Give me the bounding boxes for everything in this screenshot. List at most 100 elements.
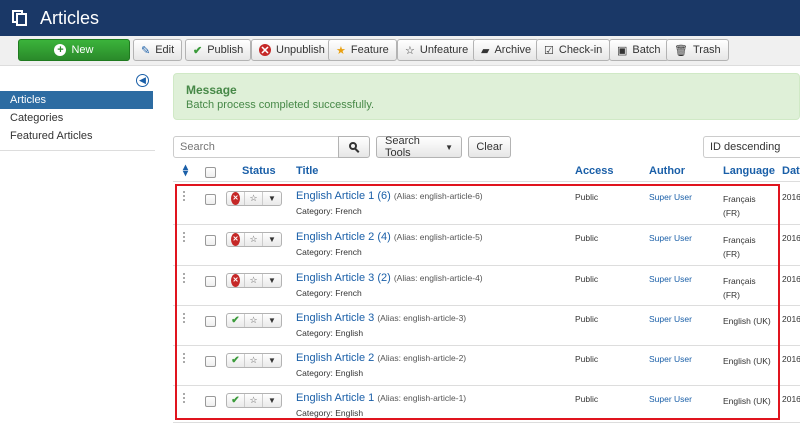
trash-button-label: Trash [692,44,721,56]
column-access[interactable]: Access [575,165,614,177]
article-title-cell: English Article 2 (4) (Alias: english-ar… [296,231,483,243]
sidebar-item-articles[interactable]: Articles [0,91,153,109]
article-title-link[interactable]: English Article 2 [296,352,374,364]
language-cell: Français (FR) [723,192,756,220]
checkin-button[interactable]: ☑ Check-in [536,39,611,61]
publish-toggle-button[interactable]: ✕ [227,233,245,246]
actions-dropdown-icon[interactable]: ▼ [263,233,281,246]
date-cell: 2016 [782,394,800,404]
publish-toggle-button[interactable]: ✔ [227,314,245,327]
author-link[interactable]: Super User [649,192,692,202]
sidebar-item-categories[interactable]: Categories [0,109,153,127]
publish-button-label: Publish [207,44,244,56]
actions-dropdown-icon[interactable]: ▼ [263,354,281,367]
drag-handle-icon[interactable] [183,232,186,242]
archive-button[interactable]: ▰ Archive [473,39,540,61]
batch-button[interactable]: ▣ Batch [609,39,669,61]
publish-toggle-button[interactable]: ✔ [227,354,245,367]
select-all-checkbox[interactable] [205,167,216,178]
author-link[interactable]: Super User [649,354,692,364]
article-title-link[interactable]: English Article 1 [296,392,374,404]
sort-order-icon[interactable]: ▴ ▾ [183,163,188,179]
checkin-button-label: Check-in [558,44,603,56]
article-category: Category: French [296,206,362,216]
clear-button-label: Clear [476,141,503,153]
row-checkbox[interactable] [205,356,216,367]
row-checkbox[interactable] [205,276,216,287]
author-link[interactable]: Super User [649,233,692,243]
trash-button[interactable]: 🗑 Trash [666,39,729,61]
language-name: Français [723,194,756,204]
unpublished-x-icon: ✕ [231,192,240,205]
column-title[interactable]: Title [296,165,318,177]
unpublish-button-label: Unpublish [276,44,325,56]
featured-star-icon[interactable]: ☆ [245,233,263,246]
search-button[interactable] [338,136,370,158]
ordering-select[interactable]: ID descending [703,136,800,158]
actions-dropdown-icon[interactable]: ▼ [263,274,281,287]
clear-button[interactable]: Clear [468,136,511,158]
row-checkbox[interactable] [205,235,216,246]
featured-star-icon[interactable]: ☆ [245,314,263,327]
language-code: (FR) [723,208,740,218]
search-tools-button[interactable]: Search Tools ▼ [376,135,462,159]
sidebar-item-featured-articles[interactable]: Featured Articles [0,127,153,145]
drag-handle-icon[interactable] [183,313,186,323]
new-button[interactable]: + New [18,39,130,61]
actions-dropdown-icon[interactable]: ▼ [263,394,281,407]
batch-button-label: Batch [632,44,661,56]
trash-icon: 🗑 [674,44,688,57]
article-alias: (Alias: english-article-2) [377,353,467,363]
featured-star-icon[interactable]: ☆ [245,274,263,287]
article-title-link[interactable]: English Article 3 [296,312,374,324]
row-checkbox[interactable] [205,396,216,407]
edit-button-label: Edit [155,44,175,56]
drag-handle-icon[interactable] [183,191,186,201]
drag-handle-icon[interactable] [183,393,186,403]
row-checkbox[interactable] [205,194,216,205]
status-toggle-group: ✕ ☆ ▼ [226,273,282,288]
collapse-sidebar-icon[interactable]: ◀ [136,74,149,87]
article-category: Category: English [296,368,364,378]
status-toggle-group: ✔ ☆ ▼ [226,313,282,328]
actions-dropdown-icon[interactable]: ▼ [263,314,281,327]
publish-toggle-button[interactable]: ✕ [227,274,245,287]
article-title-link[interactable]: English Article 1 (6) [296,190,391,202]
search-input[interactable] [173,136,339,158]
language-cell: English (UK) [723,314,771,328]
message-text: Batch process completed successfully. [186,99,375,111]
publish-toggle-button[interactable]: ✔ [227,394,245,407]
author-link[interactable]: Super User [649,394,692,404]
publish-button[interactable]: ✔ Publish [185,39,252,61]
table-row: ✕ ☆ ▼ English Article 3 (2) (Alias: english… [173,266,800,306]
drag-handle-icon[interactable] [183,353,186,363]
sidebar-divider [0,150,155,151]
article-title-link[interactable]: English Article 3 (2) [296,272,391,284]
column-date[interactable]: Dat [782,165,800,177]
date-cell: 2016 [782,314,800,324]
actions-dropdown-icon[interactable]: ▼ [263,192,281,205]
featured-star-icon[interactable]: ☆ [245,192,263,205]
published-check-icon: ✔ [231,355,240,366]
caret-down-icon: ▼ [445,142,453,152]
status-toggle-group: ✔ ☆ ▼ [226,353,282,368]
search-icon [348,141,360,153]
app-header: Articles [0,0,800,36]
column-author[interactable]: Author [649,165,685,177]
column-status[interactable]: Status [242,165,276,177]
featured-star-icon[interactable]: ☆ [245,354,263,367]
article-title-link[interactable]: English Article 2 (4) [296,231,391,243]
author-link[interactable]: Super User [649,274,692,284]
publish-toggle-button[interactable]: ✕ [227,192,245,205]
feature-button[interactable]: ★ Feature [328,39,397,61]
drag-handle-icon[interactable] [183,273,186,283]
row-checkbox[interactable] [205,316,216,327]
batch-icon: ▣ [617,44,628,57]
author-link[interactable]: Super User [649,314,692,324]
edit-button[interactable]: ✎ Edit [133,39,183,61]
date-cell: 2016 [782,274,800,284]
unpublish-button[interactable]: ✕ Unpublish [251,39,333,61]
featured-star-icon[interactable]: ☆ [245,394,263,407]
unfeature-button[interactable]: ☆ Unfeature [397,39,477,61]
column-language[interactable]: Language [723,165,775,177]
